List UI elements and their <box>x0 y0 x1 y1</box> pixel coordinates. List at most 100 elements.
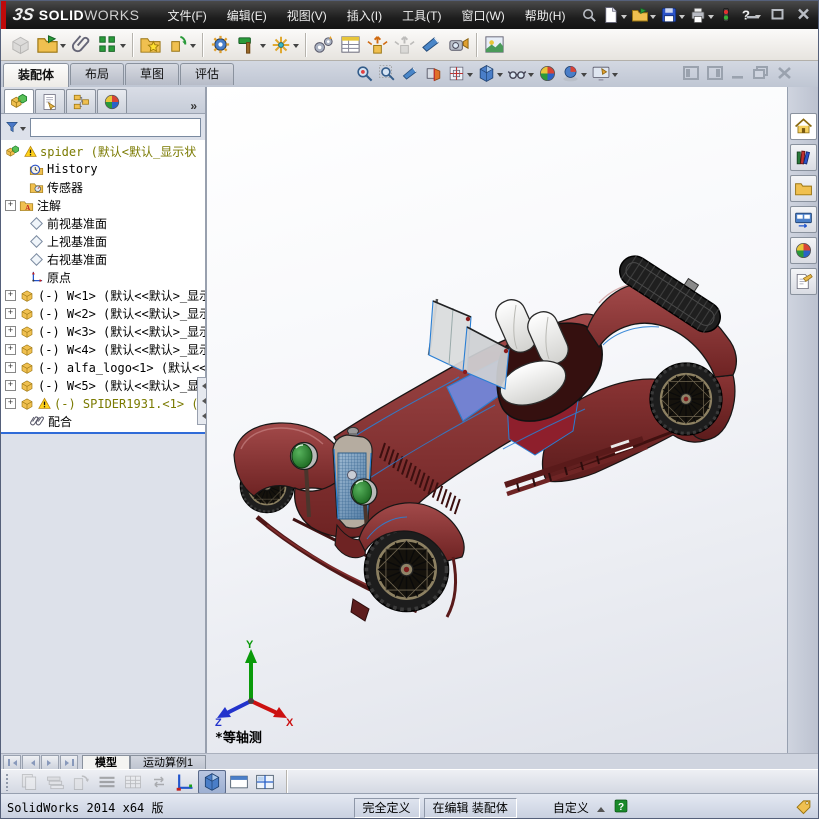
save-button[interactable] <box>658 4 687 26</box>
new-motion-study-button[interactable] <box>310 31 337 59</box>
panel-toggle-right-icon[interactable] <box>707 66 723 85</box>
panel-splitter-grip[interactable] <box>197 377 207 425</box>
tree-item-mates[interactable]: 配合 <box>1 412 205 430</box>
units-dropdown-arrow[interactable] <box>596 803 605 812</box>
expander-icon[interactable]: + <box>5 307 16 319</box>
tab-sketch[interactable]: 草图 <box>125 63 180 85</box>
design-library-button[interactable] <box>789 144 817 171</box>
tree-item-component-w5[interactable]: + (-) W<5> (默认<<默认>_显示 <box>1 376 205 394</box>
take-snapshot-button[interactable] <box>445 31 472 59</box>
bill-of-materials-button[interactable] <box>337 31 364 59</box>
section-view-icon[interactable] <box>422 63 445 84</box>
interference-detection-button[interactable] <box>418 31 445 59</box>
sheet-pages-button[interactable] <box>16 771 42 793</box>
mate-button[interactable] <box>68 31 95 59</box>
component-pattern-button[interactable] <box>95 31 128 59</box>
menu-view[interactable]: 视图(V) <box>277 1 337 30</box>
menu-insert[interactable]: 插入(I) <box>337 1 392 30</box>
grid-button[interactable] <box>120 771 146 793</box>
single-viewport-button[interactable] <box>226 771 252 793</box>
tree-item-history[interactable]: History <box>1 160 205 178</box>
tab-motion-study-1[interactable]: 运动算例1 <box>130 755 207 770</box>
exploded-view-button[interactable] <box>364 31 391 59</box>
tree-item-component-spider1931[interactable]: +(-) SPIDER1931.<1> (默认 <box>1 394 205 412</box>
axes-display-button[interactable] <box>172 771 198 793</box>
view-palette-button[interactable] <box>789 206 817 233</box>
swap-views-button[interactable] <box>146 771 172 793</box>
line-weights-button[interactable] <box>94 771 120 793</box>
expander-icon[interactable]: + <box>5 289 16 301</box>
move-component-button[interactable] <box>164 31 198 59</box>
tab-displaymanager[interactable] <box>97 89 127 113</box>
view-settings-icon[interactable] <box>589 63 620 84</box>
tab-assembly[interactable]: 装配体 <box>3 63 70 87</box>
assembly-features-button[interactable] <box>207 31 234 59</box>
search-icon[interactable] <box>579 5 600 26</box>
minimize-document-icon[interactable] <box>731 66 745 85</box>
tab-layout[interactable]: 布局 <box>70 63 125 85</box>
print-button[interactable] <box>687 4 716 26</box>
display-style-icon[interactable] <box>475 63 505 84</box>
restore-button[interactable] <box>769 6 786 21</box>
tree-item-component-w1[interactable]: + (-) W<1> (默认<<默认>_显示 <box>1 286 205 304</box>
appearances-button[interactable] <box>789 237 817 264</box>
tab-configurationmanager[interactable] <box>66 89 96 113</box>
minimize-button[interactable] <box>743 6 760 21</box>
layers-button[interactable] <box>42 771 68 793</box>
tree-item-sensors[interactable]: 传感器 <box>1 178 205 196</box>
units-label[interactable]: 自定义 <box>553 799 589 816</box>
tag-icon[interactable] <box>795 798 812 818</box>
menu-edit[interactable]: 编辑(E) <box>217 1 277 30</box>
traffic-light-icon[interactable] <box>716 4 736 26</box>
tree-item-component-w4[interactable]: + (-) W<4> (默认<<默认>_显示 <box>1 340 205 358</box>
menu-file[interactable]: 文件(F) <box>157 1 216 30</box>
view-orientation-icon[interactable] <box>445 63 475 84</box>
expander-icon[interactable]: + <box>5 379 16 391</box>
expander-icon[interactable]: + <box>5 397 16 409</box>
rotate-sheet-button[interactable] <box>68 771 94 793</box>
smart-fasteners-button[interactable] <box>137 31 164 59</box>
tree-item-root[interactable]: spider (默认<默认_显示状 <box>1 142 205 160</box>
open-part-button[interactable] <box>34 31 68 59</box>
reference-geometry-button[interactable] <box>268 31 301 59</box>
explode-line-sketch-button[interactable] <box>391 31 418 59</box>
restore-document-icon[interactable] <box>753 66 769 85</box>
edit-appearance-icon[interactable] <box>536 63 559 84</box>
file-explorer-button[interactable] <box>789 175 817 202</box>
tree-item-component-w2[interactable]: + (-) W<2> (默认<<默认>_显示 <box>1 304 205 322</box>
tree-item-right-plane[interactable]: 右视基准面 <box>1 250 205 268</box>
expander-icon[interactable]: + <box>5 325 16 337</box>
tree-item-component-w3[interactable]: + (-) W<3> (默认<<默认>_显示 <box>1 322 205 340</box>
prev-tab-button[interactable] <box>22 755 40 770</box>
tree-item-front-plane[interactable]: 前视基准面 <box>1 214 205 232</box>
apply-scene-icon[interactable] <box>559 63 589 84</box>
toolbar-drag-handle[interactable] <box>5 773 10 791</box>
image-capture-button[interactable] <box>481 31 508 59</box>
expander-icon[interactable]: + <box>5 343 16 355</box>
four-viewport-button[interactable] <box>252 771 278 793</box>
expander-icon[interactable]: + <box>5 361 16 373</box>
expander-icon[interactable]: + <box>5 199 16 211</box>
panel-toggle-left-icon[interactable] <box>683 66 699 85</box>
quick-tips-icon[interactable] <box>613 798 629 817</box>
close-button[interactable] <box>795 6 812 21</box>
tab-propertymanager[interactable] <box>35 89 65 113</box>
next-tab-button[interactable] <box>41 755 59 770</box>
shaded-view-button[interactable] <box>198 770 226 794</box>
tree-item-component-alfa-logo[interactable]: + (-) alfa_logo<1> (默认<<默 <box>1 358 205 376</box>
tab-model[interactable]: 模型 <box>82 755 130 770</box>
graphics-viewport[interactable]: Y X Z *等轴测 <box>207 87 790 753</box>
open-button[interactable] <box>629 4 658 26</box>
new-document-button[interactable] <box>600 4 629 26</box>
first-tab-button[interactable] <box>3 755 21 770</box>
tree-item-origin[interactable]: 原点 <box>1 268 205 286</box>
custom-properties-button[interactable] <box>789 268 817 295</box>
solidworks-resources-button[interactable] <box>789 113 817 140</box>
wheel-rear[interactable] <box>648 361 724 437</box>
tree-item-top-plane[interactable]: 上视基准面 <box>1 232 205 250</box>
filter-funnel-icon[interactable] <box>5 120 26 134</box>
assembly-tools-button[interactable] <box>234 31 268 59</box>
previous-view-icon[interactable] <box>399 63 422 84</box>
zoom-to-fit-icon[interactable] <box>353 63 376 84</box>
close-document-icon[interactable] <box>777 66 792 85</box>
